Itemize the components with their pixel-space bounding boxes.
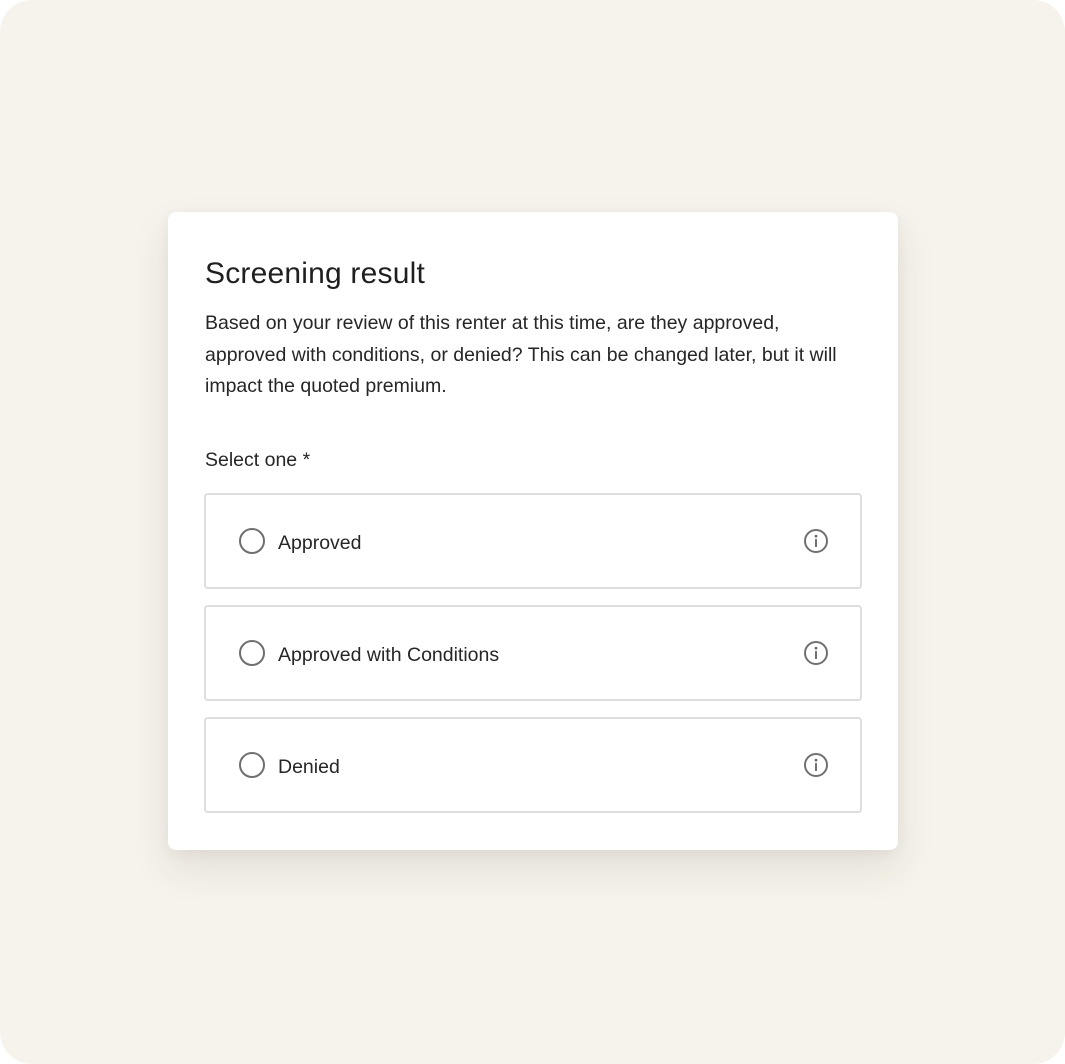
page-background: Screening result Based on your review of… bbox=[0, 0, 1065, 1064]
radio-button[interactable] bbox=[239, 528, 265, 554]
radio-button[interactable] bbox=[239, 752, 265, 778]
info-icon[interactable] bbox=[803, 752, 829, 778]
option-label: Approved bbox=[278, 532, 362, 554]
option-label: Denied bbox=[278, 756, 340, 778]
option-denied[interactable]: Denied bbox=[204, 717, 862, 813]
select-one-label: Select one * bbox=[205, 449, 311, 471]
option-approved[interactable]: Approved bbox=[204, 493, 862, 589]
screening-result-card: Screening result Based on your review of… bbox=[168, 212, 898, 850]
info-icon[interactable] bbox=[803, 528, 829, 554]
radio-button[interactable] bbox=[239, 640, 265, 666]
card-title: Screening result bbox=[205, 257, 425, 290]
option-label: Approved with Conditions bbox=[278, 644, 500, 666]
info-icon[interactable] bbox=[803, 640, 829, 666]
card-description: Based on your review of this renter at t… bbox=[205, 312, 837, 397]
option-approved-with-conditions[interactable]: Approved with Conditions bbox=[204, 605, 862, 701]
